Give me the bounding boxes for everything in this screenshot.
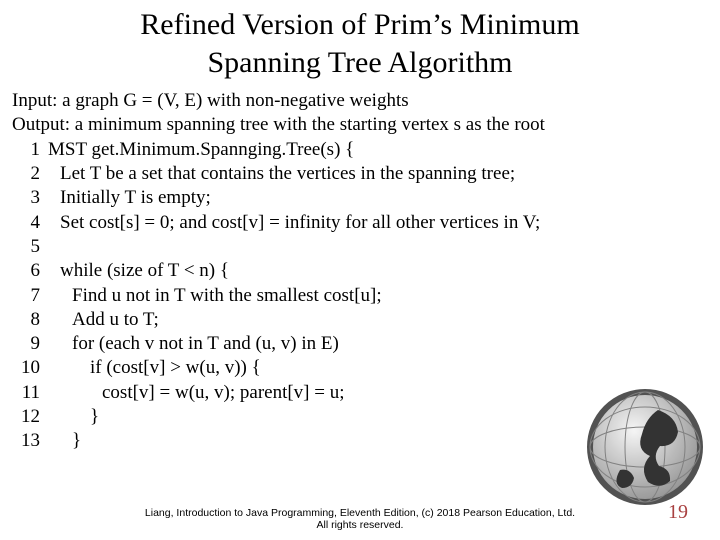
alg-line: 9for (each v not in T and (u, v) in E) (12, 332, 708, 356)
alg-line: 4Set cost[s] = 0; and cost[v] = infinity… (12, 211, 708, 235)
line-number: 12 (12, 405, 48, 429)
input-line: Input: a graph G = (V, E) with non-negat… (12, 89, 708, 113)
code-text: Set cost[s] = 0; and cost[v] = infinity … (48, 211, 540, 235)
line-number: 7 (12, 284, 48, 308)
code-text: Initially T is empty; (48, 186, 211, 210)
line-number: 1 (12, 138, 48, 162)
line-number: 4 (12, 211, 48, 235)
code-text (48, 235, 60, 259)
line-number: 3 (12, 186, 48, 210)
footer: Liang, Introduction to Java Programming,… (0, 507, 720, 532)
line-number: 11 (12, 381, 48, 405)
footer-line1: Liang, Introduction to Java Programming,… (145, 507, 575, 519)
code-text: MST get.Minimum.Spannging.Tree(s) { (48, 138, 354, 162)
code-text: } (48, 429, 81, 453)
alg-line: 8Add u to T; (12, 308, 708, 332)
alg-line: 7Find u not in T with the smallest cost[… (12, 284, 708, 308)
globe-icon (580, 382, 710, 512)
title-line2: Spanning Tree Algorithm (207, 46, 512, 79)
alg-line: 10if (cost[v] > w(u, v)) { (12, 356, 708, 380)
slide-title: Refined Version of Prim’s Minimum Spanni… (0, 0, 720, 81)
code-text: Add u to T; (48, 308, 159, 332)
page-number: 19 (668, 501, 688, 524)
code-text: Let T be a set that contains the vertice… (48, 162, 515, 186)
alg-line: 1MST get.Minimum.Spannging.Tree(s) { (12, 138, 708, 162)
alg-line: 2Let T be a set that contains the vertic… (12, 162, 708, 186)
output-line: Output: a minimum spanning tree with the… (12, 113, 708, 137)
code-text: cost[v] = w(u, v); parent[v] = u; (48, 381, 345, 405)
alg-line: 5 (12, 235, 708, 259)
code-text: } (48, 405, 99, 429)
code-text: Find u not in T with the smallest cost[u… (48, 284, 382, 308)
footer-line2: All rights reserved. (317, 519, 404, 531)
code-text: while (size of T < n) { (48, 259, 229, 283)
line-number: 6 (12, 259, 48, 283)
alg-line: 6while (size of T < n) { (12, 259, 708, 283)
line-number: 2 (12, 162, 48, 186)
line-number: 13 (12, 429, 48, 453)
line-number: 9 (12, 332, 48, 356)
line-number: 10 (12, 356, 48, 380)
line-number: 5 (12, 235, 48, 259)
line-number: 8 (12, 308, 48, 332)
code-text: for (each v not in T and (u, v) in E) (48, 332, 339, 356)
alg-line: 3Initially T is empty; (12, 186, 708, 210)
code-text: if (cost[v] > w(u, v)) { (48, 356, 261, 380)
title-line1: Refined Version of Prim’s Minimum (140, 8, 579, 41)
